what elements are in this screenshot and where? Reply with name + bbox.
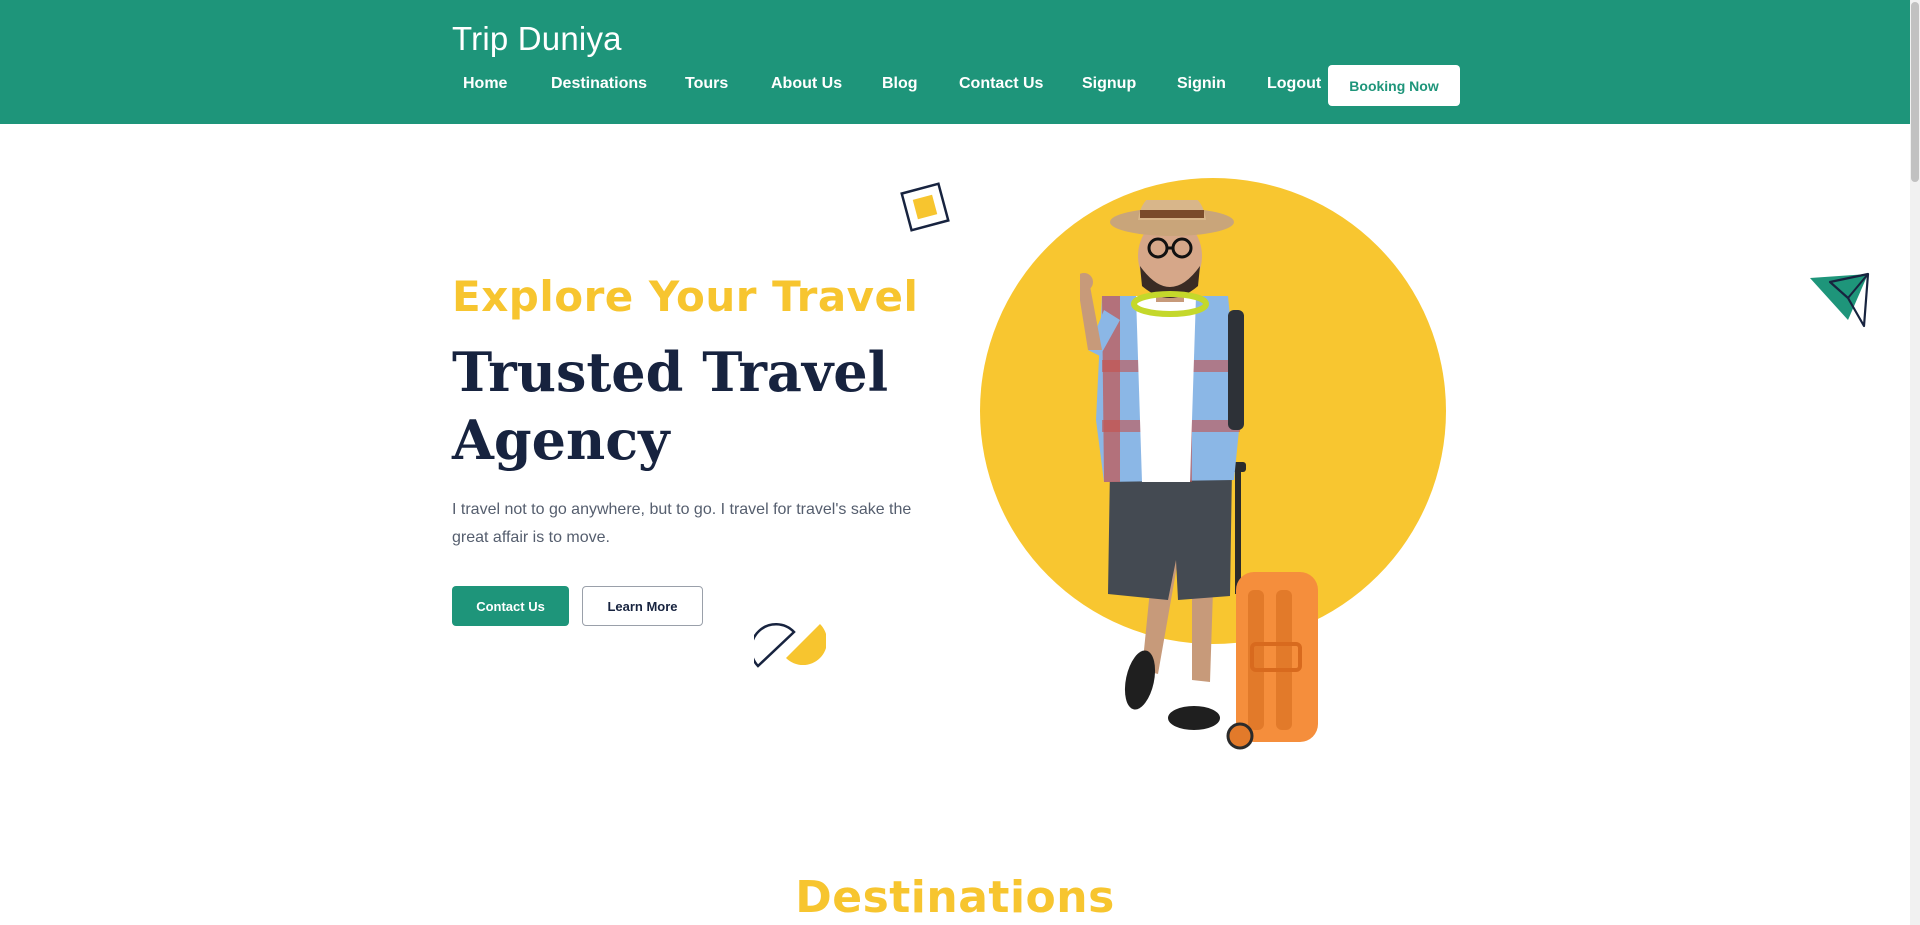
hero-subtitle: Explore Your Travel bbox=[452, 272, 919, 321]
half-circle-decoration-icon bbox=[754, 622, 826, 668]
page-scrollbar[interactable] bbox=[1910, 0, 1920, 925]
nav-signup[interactable]: Signup bbox=[1082, 75, 1136, 93]
contact-us-button[interactable]: Contact Us bbox=[452, 586, 569, 626]
nav-tours[interactable]: Tours bbox=[685, 75, 728, 93]
hero-title-line-2: Agency bbox=[452, 408, 670, 472]
booking-now-button[interactable]: Booking Now bbox=[1328, 65, 1460, 106]
hero-description: I travel not to go anywhere, but to go. … bbox=[452, 501, 912, 546]
paper-plane-icon bbox=[1810, 272, 1870, 328]
site-header: Trip Duniya Home Destinations Tours Abou… bbox=[0, 0, 1910, 124]
learn-more-button[interactable]: Learn More bbox=[582, 586, 703, 626]
hero-title-line-1: Trusted Travel bbox=[452, 340, 889, 404]
destinations-title: Destinations bbox=[795, 872, 1115, 923]
nav-destinations[interactable]: Destinations bbox=[551, 75, 647, 93]
traveler-image bbox=[1080, 200, 1318, 750]
nav-contact-us[interactable]: Contact Us bbox=[959, 75, 1043, 93]
nav-blog[interactable]: Blog bbox=[882, 75, 918, 93]
scrollbar-thumb[interactable] bbox=[1911, 2, 1919, 182]
main-nav: Home Destinations Tours About Us Blog Co… bbox=[0, 0, 1910, 124]
square-decoration-icon bbox=[900, 182, 950, 232]
nav-logout[interactable]: Logout bbox=[1267, 75, 1321, 93]
nav-signin[interactable]: Signin bbox=[1177, 75, 1226, 93]
hero-title: Trusted Travel Agency bbox=[452, 338, 972, 474]
nav-home[interactable]: Home bbox=[463, 75, 507, 93]
nav-about-us[interactable]: About Us bbox=[771, 75, 842, 93]
